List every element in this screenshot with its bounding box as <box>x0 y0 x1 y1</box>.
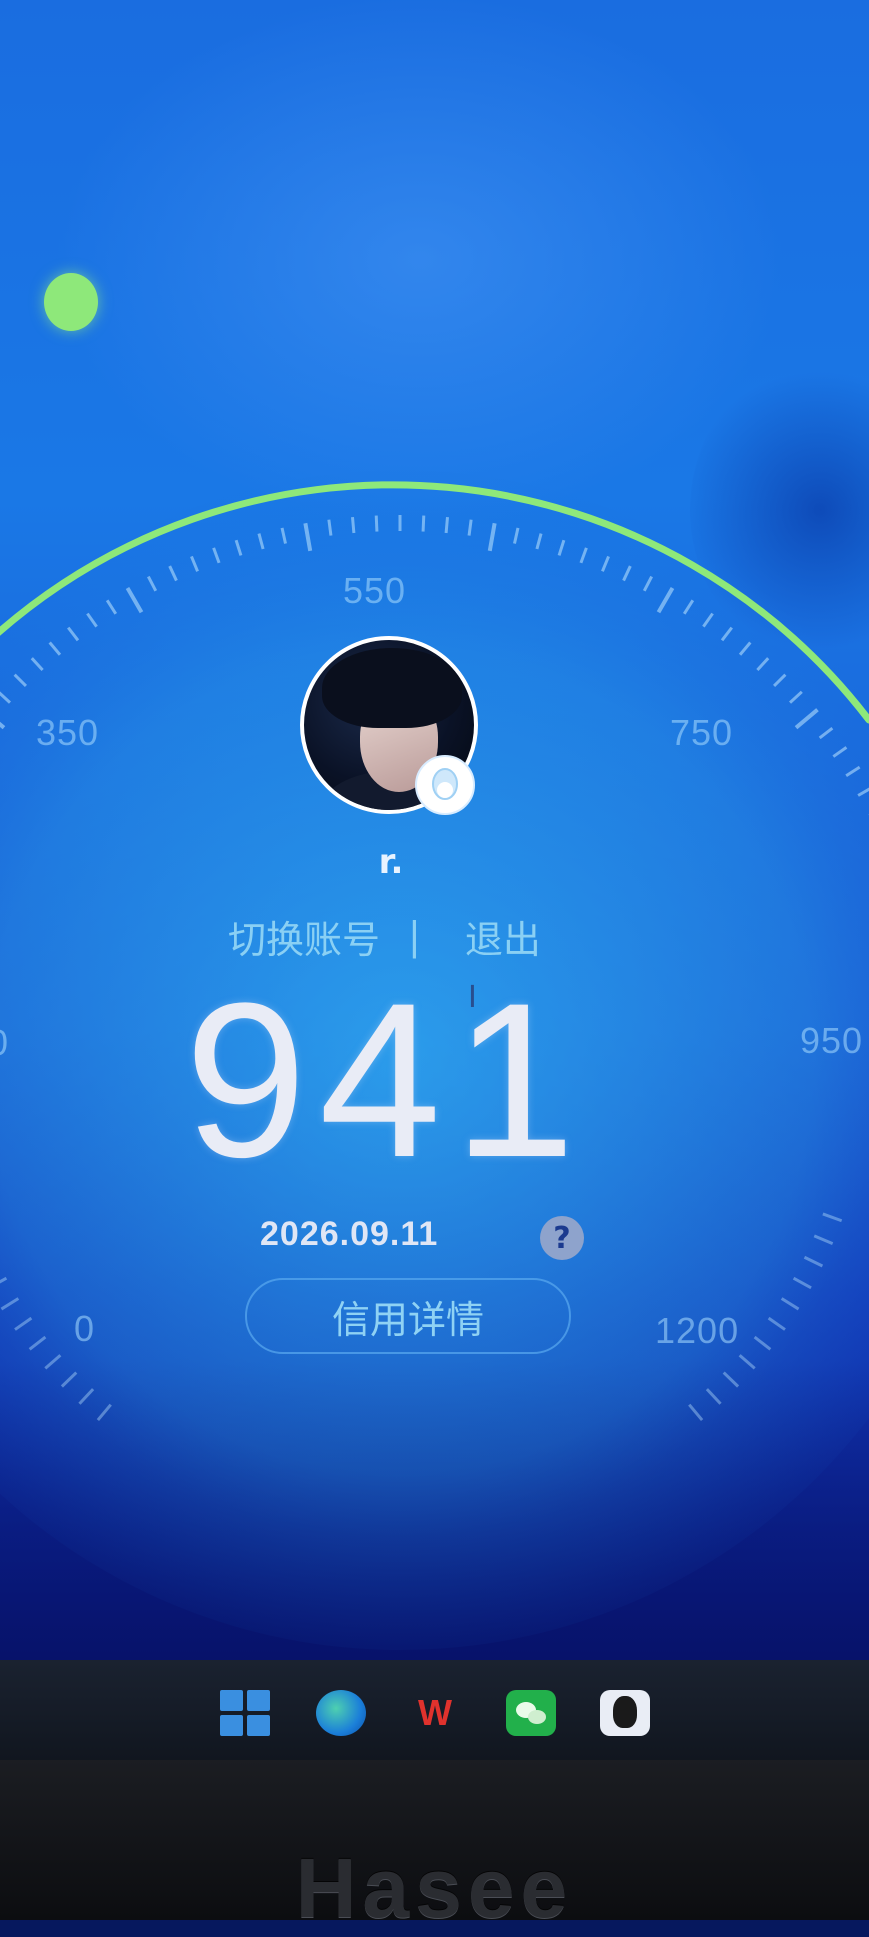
qq-penguin-icon <box>415 755 475 815</box>
app-screen: 350 550 750 0 950 0 1200 r. 切换账号 | 退出 94… <box>0 0 869 1660</box>
wps-office-icon[interactable]: W <box>410 1690 460 1736</box>
help-icon[interactable]: ? <box>540 1216 584 1260</box>
gauge-tick <box>467 519 473 536</box>
win-pane <box>220 1715 243 1736</box>
gauge-tick <box>351 516 356 534</box>
logout-link[interactable]: 退出 <box>465 909 541 964</box>
win-pane <box>220 1690 243 1711</box>
win-pane <box>247 1715 270 1736</box>
switch-account-link[interactable]: 切换账号 <box>228 909 380 964</box>
username: r. <box>378 842 404 882</box>
taskbar: W <box>0 1660 869 1760</box>
penguin-glyph <box>432 768 458 800</box>
score-date: 2026.09.11 <box>260 1215 439 1253</box>
divider: | <box>408 914 421 958</box>
win-pane <box>247 1690 270 1711</box>
account-actions: 切换账号 | 退出 <box>228 908 541 964</box>
gauge-tick <box>421 515 426 532</box>
credit-gauge <box>0 470 869 1650</box>
edge-browser-icon[interactable] <box>316 1690 366 1736</box>
gauge-label-550: 550 <box>343 570 407 611</box>
gauge-label-0: 0 <box>74 1308 96 1349</box>
text-cursor-icon: I <box>468 980 477 1015</box>
credit-score: 941 <box>184 957 588 1203</box>
laptop-bezel: Hasee <box>0 1760 869 1935</box>
gauge-label-950: 950 <box>800 1020 864 1061</box>
gauge-label-750: 750 <box>670 712 734 753</box>
gauge-tick <box>374 515 379 532</box>
qq-icon[interactable] <box>600 1690 650 1736</box>
brand-logo: Hasee <box>295 1841 574 1935</box>
gauge-label-1200: 1200 <box>655 1310 740 1351</box>
gauge-tick <box>444 516 449 534</box>
gauge-tick <box>327 519 333 536</box>
credit-details-button[interactable]: 信用详情 <box>245 1278 571 1354</box>
wechat-icon[interactable] <box>506 1690 556 1736</box>
gauge-label-350: 350 <box>36 712 100 753</box>
windows-start-icon[interactable] <box>220 1690 270 1736</box>
avatar-hair <box>322 648 462 728</box>
